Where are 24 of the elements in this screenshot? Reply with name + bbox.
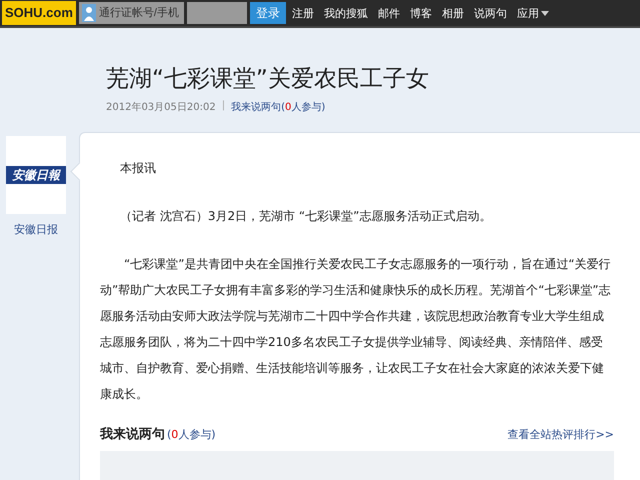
article-title: 芜湖“七彩课堂”关爱农民工子女 <box>106 65 430 94</box>
caret-icon <box>540 10 549 16</box>
paragraph: （记者 沈宫石）3月2日，芜湖市 “七彩课堂”志愿服务活动正式启动。 <box>120 208 492 225</box>
comments-heading: 我来说两句 <box>100 426 165 443</box>
nav-link[interactable]: 邮件 <box>378 6 400 20</box>
source-name[interactable]: 安徽日报 <box>14 222 58 237</box>
article-date: 2012年03月05日20:02 <box>106 101 216 114</box>
participant-count: (0人参与) <box>167 427 216 442</box>
nav-link[interactable]: 应用 <box>516 6 549 20</box>
comment-link[interactable]: 我来说两句(0人参与) <box>231 100 326 114</box>
nav-link[interactable]: 我的搜狐 <box>324 6 368 20</box>
ranking-link[interactable]: 查看全站热评排行>> <box>508 427 614 442</box>
account-field[interactable]: 通行证帐号/手机 <box>78 2 184 24</box>
person-icon <box>82 4 96 22</box>
paragraph: “七彩课堂”是共青团中央在全国推行关爱农民工子女志愿服务的一项行动，旨在通过“关爱行动”帮助广大农民工子女拥有丰富多彩的学习生活和健康快乐的成长历程。芜湖首个“七彩课堂”志愿服务活动由安师大政法学院与芜湖市二十四中学合作共建，该院思想政治教育专业大学生组成志愿服务团队，将为二十四中学210多名农民工子女提供学业辅导、阅读经典、亲情陪伴、感受城市、自护教育、爱心捐赠、生活技能培训等服务，让农民工子女在社会大家庭的浓浓关爱下健康成长。 <box>100 256 612 403</box>
password-field[interactable] <box>186 2 247 24</box>
nav-link[interactable]: 相册 <box>442 6 464 20</box>
paragraph: 本报讯 <box>120 160 157 177</box>
sohu-logo[interactable]: SOHU.com <box>2 1 76 25</box>
nav-link[interactable]: 说两句 <box>474 6 507 20</box>
nav-link[interactable]: 注册 <box>292 6 314 20</box>
nav-link[interactable]: 博客 <box>410 6 432 20</box>
newspaper-logo: 安徽日報 <box>6 136 66 214</box>
separator: | <box>222 100 226 113</box>
